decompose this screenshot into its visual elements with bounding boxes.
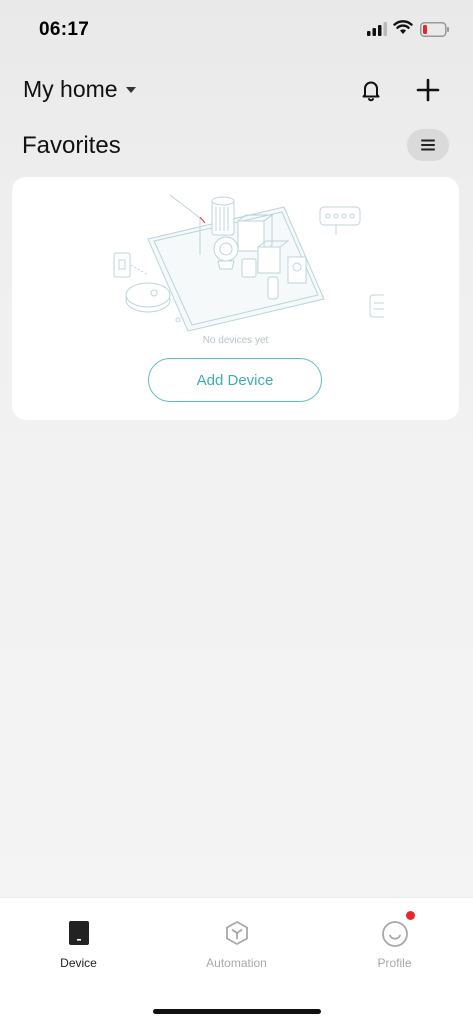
tab-profile[interactable]: Profile: [316, 898, 473, 988]
home-name: My home: [23, 76, 118, 102]
tab-label-automation: Automation: [206, 956, 267, 970]
list-menu-icon: [421, 139, 435, 151]
list-menu-button[interactable]: [407, 129, 449, 161]
plus-icon[interactable]: [414, 76, 442, 104]
status-time: 06:17: [39, 19, 90, 40]
favorites-card: No devices yet Add Device: [12, 177, 459, 420]
tab-bar: Device Automation Profile: [0, 897, 473, 1025]
tab-automation[interactable]: Automation: [158, 898, 315, 988]
dropdown-caret-icon: [125, 86, 136, 93]
smart-home-devices-illustration: [113, 194, 384, 332]
wifi-icon: [393, 20, 413, 34]
favorites-title: Favorites: [22, 132, 121, 159]
status-bar: 06:17: [0, 0, 473, 56]
add-device-button[interactable]: Add Device: [148, 358, 322, 402]
signal-icon: [367, 22, 387, 36]
tab-device[interactable]: Device: [0, 898, 157, 988]
profile-smile-icon: [381, 921, 408, 947]
home-indicator[interactable]: [153, 1009, 321, 1014]
tab-label-profile: Profile: [377, 956, 412, 970]
home-selector[interactable]: My home: [23, 76, 136, 103]
device-icon: [68, 921, 89, 945]
bell-icon[interactable]: [357, 76, 385, 104]
automation-cube-icon: [225, 921, 248, 945]
tab-label-device: Device: [60, 956, 97, 970]
battery-low-icon: [420, 22, 449, 37]
profile-notification-badge: [406, 911, 415, 920]
empty-state-message: No devices yet: [202, 335, 269, 346]
